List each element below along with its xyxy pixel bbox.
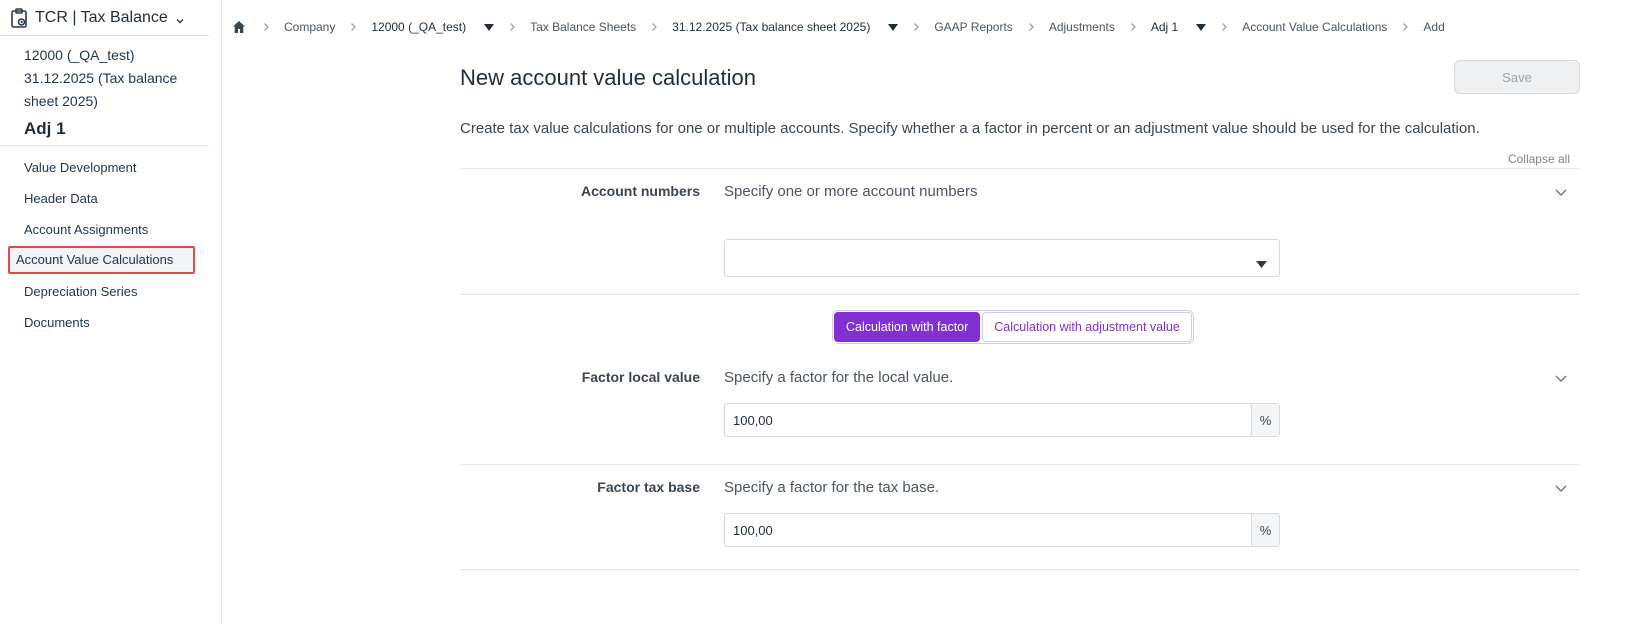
breadcrumb-adjustment-value[interactable]: Adj 1 bbox=[1151, 20, 1178, 34]
chevron-right-icon bbox=[1127, 21, 1139, 33]
chevron-right-icon bbox=[1399, 21, 1411, 33]
calculation-with-adjustment-button[interactable]: Calculation with adjustment value bbox=[982, 312, 1192, 342]
chevron-down-icon[interactable] bbox=[1554, 481, 1568, 495]
app-switcher[interactable]: TCR | Tax Balance bbox=[0, 0, 209, 36]
breadcrumb-company[interactable]: Company bbox=[284, 20, 335, 34]
chevron-right-icon bbox=[260, 21, 272, 33]
chevron-right-icon bbox=[910, 21, 922, 33]
calculation-with-factor-button[interactable]: Calculation with factor bbox=[834, 312, 981, 342]
sidebar-item-account-assignments[interactable]: Account Assignments bbox=[8, 214, 209, 245]
chevron-down-icon[interactable] bbox=[1554, 185, 1568, 199]
breadcrumb-balance-sheet-value[interactable]: 31.12.2025 (Tax balance sheet 2025) bbox=[672, 20, 870, 34]
sidebar-item-header-data[interactable]: Header Data bbox=[8, 183, 209, 214]
sidebar-item-account-value-calculations[interactable]: Account Value Calculations bbox=[8, 246, 195, 274]
caret-down-icon bbox=[1256, 255, 1267, 268]
context-current-adjustment: Adj 1 bbox=[24, 119, 66, 138]
factor-tax-section: Factor tax base Specify a factor for the… bbox=[460, 464, 1580, 570]
factor-tax-description: Specify a factor for the tax base. bbox=[724, 479, 940, 496]
caret-down-icon[interactable] bbox=[484, 23, 495, 31]
account-numbers-select[interactable] bbox=[724, 239, 1280, 277]
title-row: New account value calculation Save bbox=[460, 56, 1580, 100]
account-numbers-label: Account numbers bbox=[580, 183, 700, 199]
factor-tax-input-group: % bbox=[724, 513, 1280, 547]
factor-local-input[interactable] bbox=[725, 404, 1251, 436]
factor-tax-label: Factor tax base bbox=[597, 479, 700, 495]
page-description: Create tax value calculations for one or… bbox=[460, 120, 1480, 137]
chevron-down-icon[interactable] bbox=[1554, 371, 1568, 385]
percent-unit: % bbox=[1251, 404, 1279, 436]
context-panel: 12000 (_QA_test) 31.12.2025 (Tax balance… bbox=[0, 36, 209, 146]
breadcrumb-adjustments[interactable]: Adjustments bbox=[1049, 20, 1115, 34]
factor-tax-input[interactable] bbox=[725, 514, 1251, 546]
sidebar: TCR | Tax Balance 12000 (_QA_test) 31.12… bbox=[0, 0, 222, 624]
breadcrumb-tax-balance-sheets[interactable]: Tax Balance Sheets bbox=[530, 20, 636, 34]
sidebar-nav: Value Development Header Data Account As… bbox=[0, 146, 221, 338]
sidebar-item-value-development[interactable]: Value Development bbox=[8, 152, 209, 183]
caret-down-icon[interactable] bbox=[1196, 23, 1207, 31]
main-content: New account value calculation Save Creat… bbox=[460, 56, 1580, 570]
chevron-right-icon bbox=[1025, 21, 1037, 33]
page-title: New account value calculation bbox=[460, 65, 756, 90]
chevron-right-icon bbox=[1218, 21, 1230, 33]
app-title: TCR | Tax Balance bbox=[35, 8, 168, 26]
chevron-right-icon bbox=[347, 21, 359, 33]
collapse-all-link[interactable]: Collapse all bbox=[1508, 152, 1570, 166]
breadcrumb-company-value[interactable]: 12000 (_QA_test) bbox=[371, 20, 466, 34]
account-numbers-section: Account numbers Specify one or more acco… bbox=[460, 168, 1580, 294]
context-balance-sheet-link[interactable]: 31.12.2025 (Tax balance sheet 2025) bbox=[24, 67, 184, 113]
caret-down-icon[interactable] bbox=[888, 23, 899, 31]
sidebar-item-documents[interactable]: Documents bbox=[8, 307, 209, 338]
chevron-down-icon bbox=[175, 13, 185, 24]
home-icon[interactable] bbox=[232, 19, 248, 35]
calculation-mode-toggle: Calculation with factor Calculation with… bbox=[832, 310, 1194, 344]
chevron-right-icon bbox=[648, 21, 660, 33]
collapse-row: Collapse all bbox=[460, 150, 1580, 168]
breadcrumb: Company 12000 (_QA_test) Tax Balance She… bbox=[232, 16, 1445, 38]
clipboard-icon bbox=[10, 7, 28, 28]
factor-local-input-group: % bbox=[724, 403, 1280, 437]
breadcrumb-account-value-calculations[interactable]: Account Value Calculations bbox=[1242, 20, 1387, 34]
save-button[interactable]: Save bbox=[1454, 60, 1580, 94]
factor-local-description: Specify a factor for the local value. bbox=[724, 369, 954, 386]
chevron-right-icon bbox=[506, 21, 518, 33]
factor-local-label: Factor local value bbox=[581, 369, 700, 385]
breadcrumb-add: Add bbox=[1423, 20, 1445, 34]
account-numbers-description: Specify one or more account numbers bbox=[724, 183, 978, 200]
breadcrumb-gaap-reports[interactable]: GAAP Reports bbox=[934, 20, 1012, 34]
factor-local-section: Calculation with factor Calculation with… bbox=[460, 294, 1580, 464]
percent-unit: % bbox=[1251, 514, 1279, 546]
context-company-link[interactable]: 12000 (_QA_test) bbox=[24, 44, 209, 67]
sidebar-item-depreciation-series[interactable]: Depreciation Series bbox=[8, 276, 209, 307]
